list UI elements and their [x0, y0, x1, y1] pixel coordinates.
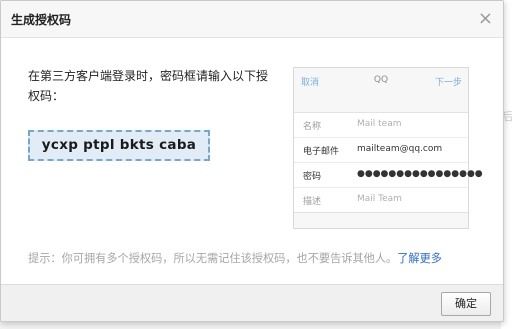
auth-code-dialog: 生成授权码 × 在第三方客户端登录时，密码框请输入以下授权码： ycxp ptp…: [0, 0, 504, 322]
phone-row-value: ●●●●●●●●●●●●●●●●: [357, 169, 483, 179]
phone-row-label: 密码: [303, 172, 322, 182]
dialog-header: 生成授权码 ×: [1, 1, 503, 38]
ok-button[interactable]: 确定: [441, 292, 491, 316]
phone-row-label: 描述: [303, 197, 322, 207]
phone-row-value: Mail team: [357, 119, 402, 129]
intro-text: 在第三方客户端登录时，密码框请输入以下授权码：: [28, 69, 269, 103]
dialog-footer: 确定: [1, 284, 503, 321]
phone-row-value: Mail Team: [357, 194, 402, 204]
phone-row-password: 密码 ●●●●●●●●●●●●●●●●: [294, 163, 483, 188]
phone-form: 名称 Mail team 电子邮件 mailteam@qq.com 密码 ●●●…: [294, 112, 483, 213]
phone-row-label: 电子邮件: [303, 147, 340, 157]
phone-row-name: 名称 Mail team: [294, 113, 468, 138]
phone-header: 取消 QQ 下一步: [294, 68, 468, 94]
phone-row-email: 电子邮件 mailteam@qq.com: [294, 138, 468, 163]
close-icon[interactable]: ×: [478, 7, 493, 31]
dialog-title: 生成授权码: [11, 13, 72, 27]
tip-body: 提示：你可拥有多个授权码，所以无需记住该授权码，也不要告诉其他人。: [28, 252, 398, 265]
phone-next-label: 下一步: [434, 78, 462, 88]
phone-row-value: mailteam@qq.com: [357, 144, 443, 154]
tip-text: 提示：你可拥有多个授权码，所以无需记住该授权码，也不要告诉其他人。了解更多: [28, 250, 442, 266]
auth-code-box[interactable]: ycxp ptpl bkts caba: [28, 130, 210, 161]
learn-more-link[interactable]: 了解更多: [397, 252, 442, 265]
phone-row-description: 描述 Mail Team: [294, 188, 468, 212]
phone-row-label: 名称: [303, 122, 322, 132]
phone-example-illustration: 取消 QQ 下一步 名称 Mail team 电子邮件 mailteam@qq.…: [293, 67, 483, 229]
